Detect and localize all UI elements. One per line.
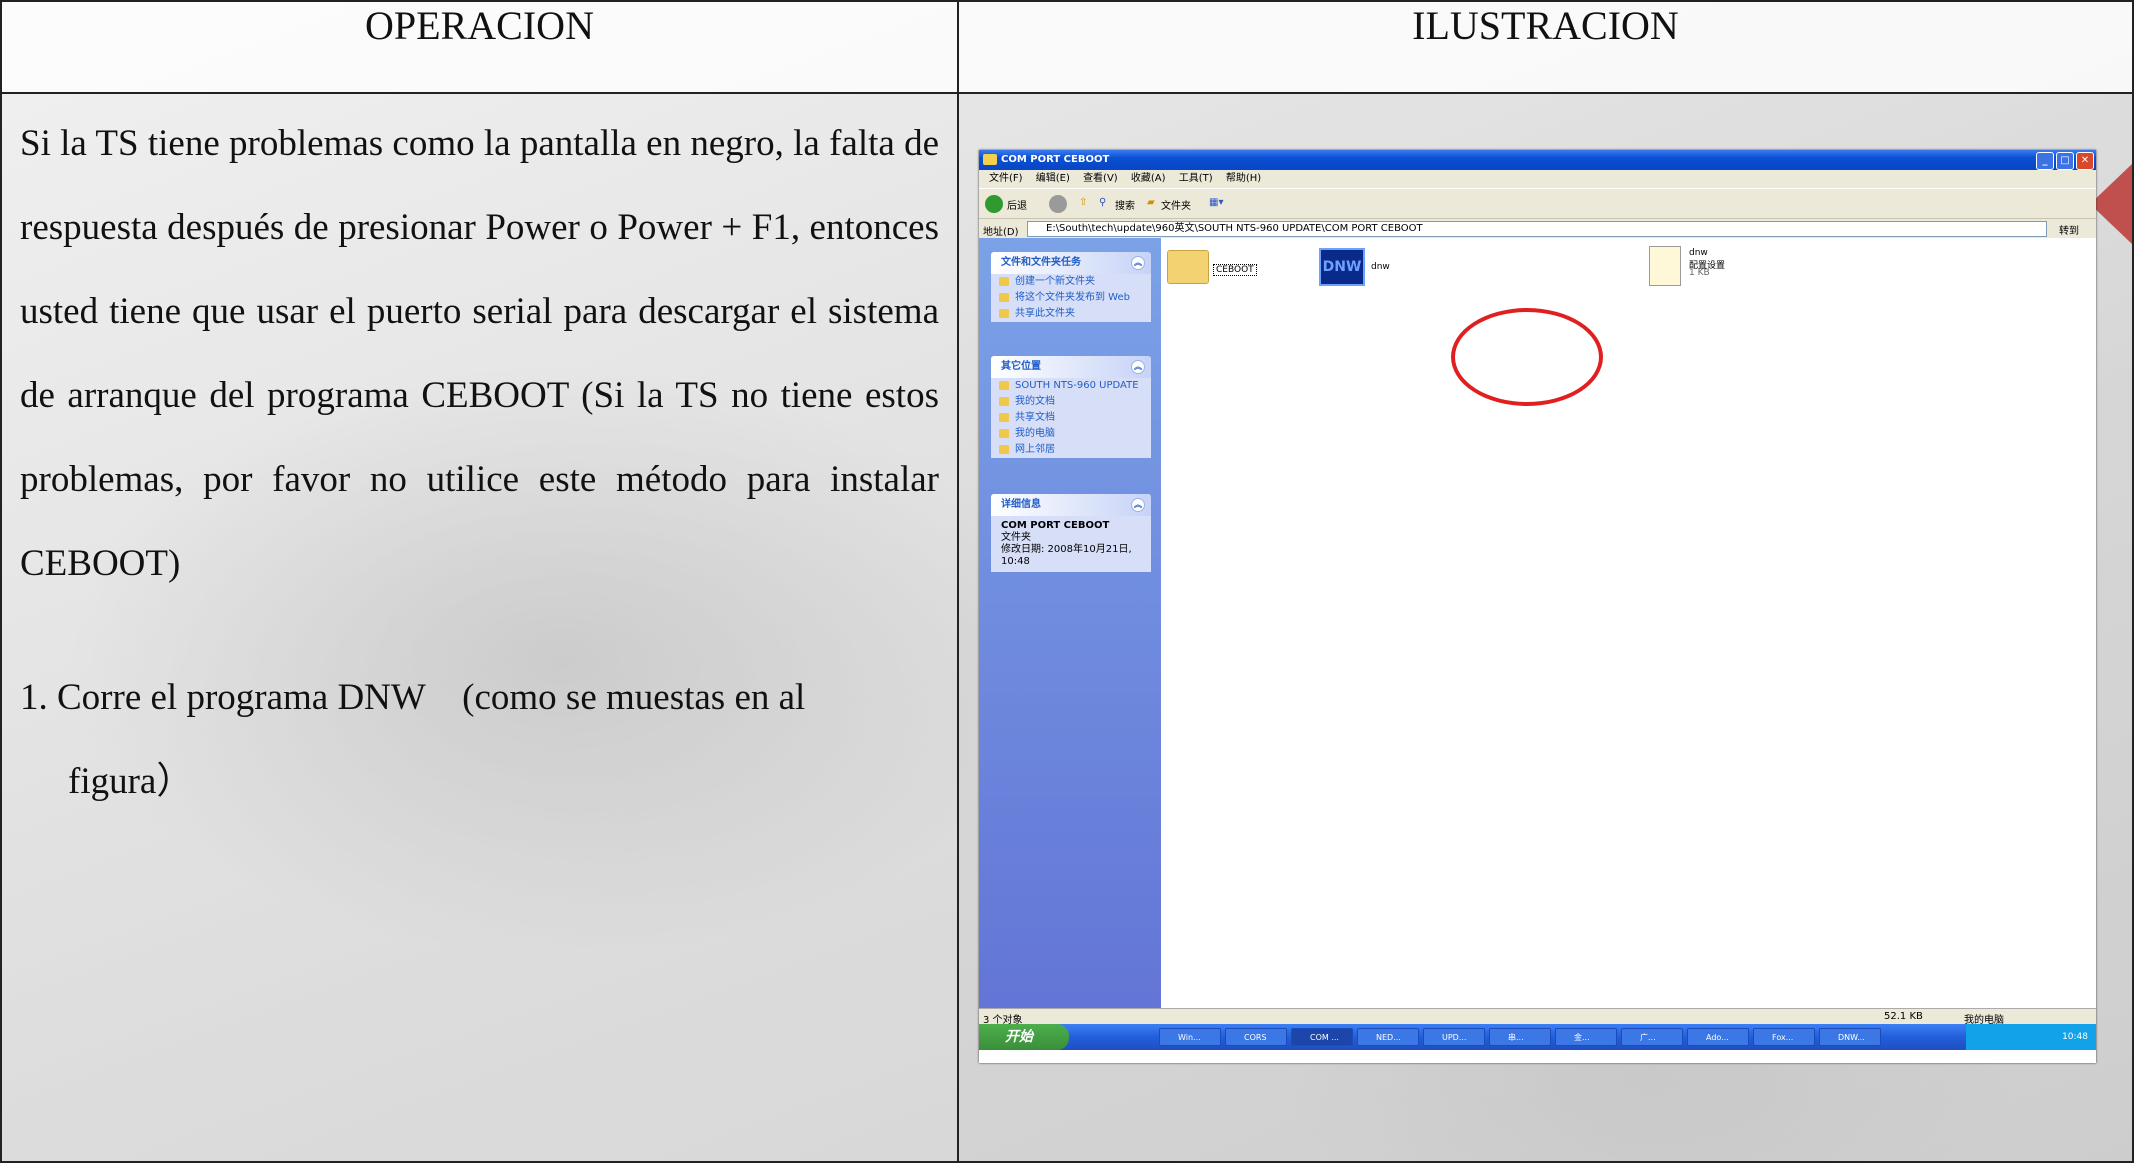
- menu-favorites[interactable]: 收藏(A): [1131, 170, 1166, 188]
- close-icon[interactable]: ✕: [2076, 152, 2094, 170]
- window-title: COM PORT CEBOOT: [1001, 154, 1110, 165]
- step-text-line1: Corre el programa DNW (como se muestas e…: [57, 677, 806, 718]
- step-text-line2: figura）: [68, 761, 194, 802]
- task-share-folder[interactable]: 共享此文件夹: [991, 306, 1151, 322]
- status-bar: 3 个对象 52.1 KB 我的电脑: [979, 1008, 2096, 1026]
- file-size: 1 KB: [1689, 268, 1710, 278]
- window-titlebar: COM PORT CEBOOT _ □ ✕: [979, 150, 2096, 170]
- tasks-panel-title: 文件和文件夹任务: [1001, 257, 1081, 268]
- dnw-app-icon: DNW: [1319, 248, 1365, 286]
- place-shared-documents[interactable]: 共享文档: [991, 410, 1151, 426]
- header-operacion: OPERACION: [0, 0, 959, 94]
- taskbar-item[interactable]: COM ...: [1291, 1028, 1353, 1046]
- explorer-window-screenshot: COM PORT CEBOOT _ □ ✕ 文件(F) 编辑(E) 查看(V) …: [979, 150, 2096, 1063]
- address-input[interactable]: E:\South\tech\update\960英文\SOUTH NTS-960…: [1027, 221, 2047, 237]
- place-my-computer[interactable]: 我的电脑: [991, 426, 1151, 442]
- place-my-documents[interactable]: 我的文档: [991, 394, 1151, 410]
- taskbar-item[interactable]: NED...: [1357, 1028, 1419, 1046]
- folder-icon: [983, 154, 997, 165]
- corner-marker: [2090, 164, 2132, 244]
- collapse-icon[interactable]: ︽: [1131, 498, 1145, 512]
- header-ilustracion: ILUSTRACION: [957, 0, 2134, 94]
- operation-cell: Si la TS tiene problemas como la pantall…: [0, 92, 959, 1163]
- place-network[interactable]: 网上邻居: [991, 442, 1151, 458]
- details-modified: 修改日期: 2008年10月21日, 10:48: [1001, 544, 1132, 567]
- back-arrow-icon[interactable]: [985, 195, 1003, 213]
- places-panel: 其它位置 ︽ SOUTH NTS-960 UPDATE 我的文档 共享文档 我的电…: [991, 356, 1151, 458]
- system-tray: 10:48: [1966, 1024, 2096, 1050]
- search-button[interactable]: 搜索: [1115, 197, 1135, 212]
- taskbar-item[interactable]: Fox...: [1753, 1028, 1815, 1046]
- instruction-paragraph: Si la TS tiene problemas como la pantall…: [20, 123, 939, 584]
- place-parent-folder[interactable]: SOUTH NTS-960 UPDATE: [991, 378, 1151, 394]
- details-panel: 详细信息 ︽ COM PORT CEBOOT 文件夹 修改日期: 2008年10月…: [991, 494, 1151, 572]
- taskbar-item[interactable]: Ado...: [1687, 1028, 1749, 1046]
- folder-icon: [1167, 250, 1209, 284]
- places-panel-title: 其它位置: [1001, 361, 1041, 372]
- address-label: 地址(D): [983, 227, 1019, 238]
- config-file-icon: [1649, 246, 1681, 286]
- highlight-circle: [1451, 308, 1603, 406]
- file-label: dnw: [1371, 262, 1390, 272]
- taskbar-item[interactable]: CORS: [1225, 1028, 1287, 1046]
- file-view: CEBOOT DNW dnw dnw 配置设置 1 KB: [1161, 238, 2096, 1008]
- menu-edit[interactable]: 编辑(E): [1036, 170, 1070, 188]
- views-icon[interactable]: ▦▾: [1209, 197, 1223, 208]
- clock: 10:48: [2062, 1032, 2088, 1042]
- taskbar: 开始 Win... CORS COM ... NED... UPD... 串..…: [979, 1024, 2096, 1050]
- menu-help[interactable]: 帮助(H): [1226, 170, 1261, 188]
- menu-tools[interactable]: 工具(T): [1179, 170, 1213, 188]
- details-panel-title: 详细信息: [1001, 499, 1041, 510]
- up-folder-icon[interactable]: ⇧: [1079, 197, 1087, 208]
- search-icon[interactable]: ⚲: [1099, 197, 1106, 208]
- forward-arrow-icon[interactable]: [1049, 195, 1067, 213]
- toolbar: 后退 ⇧ ⚲ 搜索 ▰ 文件夹 ▦▾: [979, 188, 2096, 219]
- minimize-icon[interactable]: _: [2036, 152, 2054, 170]
- back-button[interactable]: 后退: [1007, 197, 1027, 212]
- collapse-icon[interactable]: ︽: [1131, 360, 1145, 374]
- maximize-icon[interactable]: □: [2056, 152, 2074, 170]
- menu-bar: 文件(F) 编辑(E) 查看(V) 收藏(A) 工具(T) 帮助(H): [979, 170, 2096, 188]
- taskbar-item[interactable]: Win...: [1159, 1028, 1221, 1046]
- go-button[interactable]: 转到: [2059, 222, 2079, 237]
- collapse-icon[interactable]: ︽: [1131, 256, 1145, 270]
- start-button[interactable]: 开始: [979, 1024, 1069, 1050]
- task-publish-web[interactable]: 将这个文件夹发布到 Web: [991, 290, 1151, 306]
- address-bar: 地址(D) E:\South\tech\update\960英文\SOUTH N…: [979, 218, 2096, 239]
- file-label: CEBOOT: [1213, 264, 1257, 276]
- status-size: 52.1 KB: [1884, 1011, 1923, 1022]
- details-name: COM PORT CEBOOT: [1001, 520, 1110, 531]
- folders-icon[interactable]: ▰: [1147, 197, 1155, 208]
- taskbar-item[interactable]: DNW...: [1819, 1028, 1881, 1046]
- taskbar-item[interactable]: 串...: [1489, 1028, 1551, 1046]
- taskbar-item[interactable]: UPD...: [1423, 1028, 1485, 1046]
- step-1: 1. Corre el programa DNW (como se muesta…: [2, 606, 957, 824]
- step-number: 1.: [20, 677, 48, 718]
- menu-file[interactable]: 文件(F): [989, 170, 1023, 188]
- tasks-panel: 文件和文件夹任务 ︽ 创建一个新文件夹 将这个文件夹发布到 Web 共享此文件夹: [991, 252, 1151, 322]
- file-label: dnw: [1689, 248, 1708, 258]
- taskbar-item[interactable]: 广...: [1621, 1028, 1683, 1046]
- taskbar-item[interactable]: 金...: [1555, 1028, 1617, 1046]
- task-new-folder[interactable]: 创建一个新文件夹: [991, 274, 1151, 290]
- task-pane: 文件和文件夹任务 ︽ 创建一个新文件夹 将这个文件夹发布到 Web 共享此文件夹 …: [979, 238, 1161, 1008]
- details-type: 文件夹: [1001, 532, 1031, 543]
- menu-view[interactable]: 查看(V): [1083, 170, 1118, 188]
- folders-button[interactable]: 文件夹: [1161, 197, 1191, 212]
